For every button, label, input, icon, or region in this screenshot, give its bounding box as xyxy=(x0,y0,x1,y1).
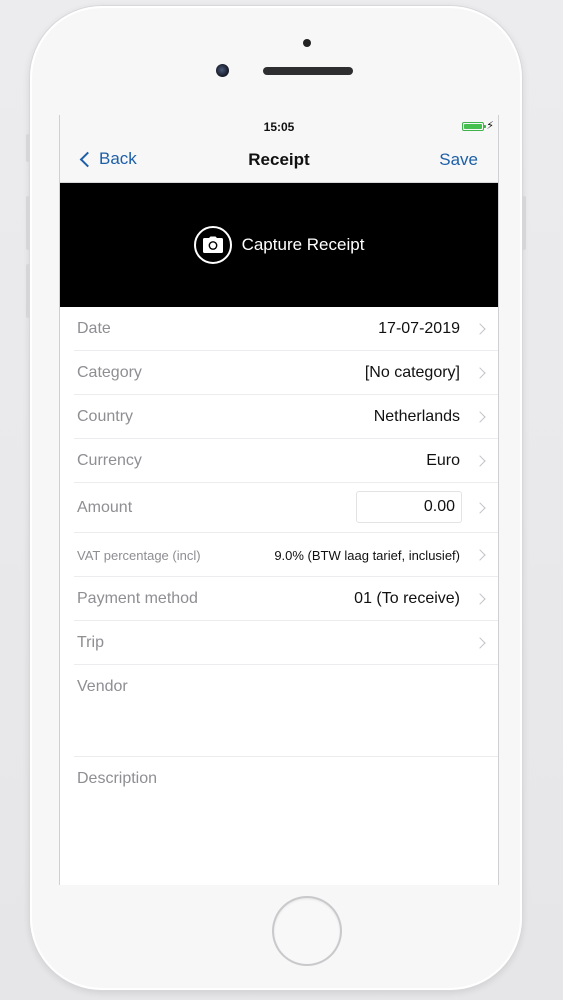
home-button[interactable] xyxy=(274,898,340,964)
vat-percentage-row[interactable]: VAT percentage (incl) 9.0% (BTW laag tar… xyxy=(74,533,498,577)
date-row[interactable]: Date 17-07-2019 xyxy=(74,307,498,351)
receipt-form: Date 17-07-2019 Category [No category] C… xyxy=(60,307,498,867)
chevron-right-icon xyxy=(474,502,486,514)
chevron-right-icon xyxy=(474,593,486,605)
payment-method-row[interactable]: Payment method 01 (To receive) xyxy=(74,577,498,621)
description-field[interactable]: Description xyxy=(74,757,498,867)
nav-bar: Back Receipt Save xyxy=(60,139,498,183)
trip-row[interactable]: Trip xyxy=(74,621,498,665)
date-label: Date xyxy=(77,320,111,337)
chevron-left-icon xyxy=(79,151,96,168)
back-button[interactable]: Back xyxy=(79,149,137,169)
vendor-field[interactable]: Vendor xyxy=(74,665,498,757)
vat-percentage-value: 9.0% (BTW laag tarief, inclusief) xyxy=(274,548,460,563)
chevron-right-icon xyxy=(474,637,486,649)
capture-receipt-label: Capture Receipt xyxy=(241,235,365,254)
earpiece-speaker xyxy=(263,67,353,75)
payment-method-label: Payment method xyxy=(77,590,198,607)
camera-icon xyxy=(193,226,232,264)
country-value: Netherlands xyxy=(373,408,460,425)
volume-down-button xyxy=(26,264,30,318)
power-button xyxy=(522,196,526,250)
category-label: Category xyxy=(77,364,142,381)
battery-icon xyxy=(462,122,486,131)
amount-input[interactable] xyxy=(356,491,462,523)
chevron-right-icon xyxy=(474,549,486,561)
country-label: Country xyxy=(77,408,134,425)
chevron-right-icon xyxy=(474,411,486,423)
capture-receipt-button[interactable]: Capture Receipt xyxy=(60,183,498,307)
charging-bolt-icon: ⚡ xyxy=(486,120,494,132)
description-label: Description xyxy=(77,770,158,787)
volume-up-button xyxy=(26,196,30,250)
currency-row[interactable]: Currency Euro xyxy=(74,439,498,483)
proximity-sensor xyxy=(303,39,311,47)
status-time: 15:05 xyxy=(263,120,295,134)
trip-label: Trip xyxy=(77,634,104,651)
category-value: [No category] xyxy=(364,364,460,381)
chevron-right-icon xyxy=(474,455,486,467)
front-camera xyxy=(216,64,229,77)
category-row[interactable]: Category [No category] xyxy=(74,351,498,395)
stage: 15:05 ⚡ Back Receipt Save Capture Receip… xyxy=(0,0,563,1000)
vat-percentage-label: VAT percentage (incl) xyxy=(77,548,201,563)
status-bar: 15:05 ⚡ xyxy=(60,115,498,139)
save-button[interactable]: Save xyxy=(439,150,478,170)
payment-method-value: 01 (To receive) xyxy=(354,590,460,607)
capture-receipt-content: Capture Receipt xyxy=(193,226,365,264)
country-row[interactable]: Country Netherlands xyxy=(74,395,498,439)
back-label: Back xyxy=(99,149,137,168)
vendor-label: Vendor xyxy=(77,678,128,695)
chevron-right-icon xyxy=(474,323,486,335)
screen: 15:05 ⚡ Back Receipt Save Capture Receip… xyxy=(59,115,499,885)
amount-label: Amount xyxy=(77,499,133,516)
chevron-right-icon xyxy=(474,367,486,379)
currency-label: Currency xyxy=(77,452,142,469)
mute-switch xyxy=(26,134,30,162)
currency-value: Euro xyxy=(426,452,460,469)
date-value: 17-07-2019 xyxy=(378,320,460,337)
amount-row: Amount xyxy=(74,483,498,533)
